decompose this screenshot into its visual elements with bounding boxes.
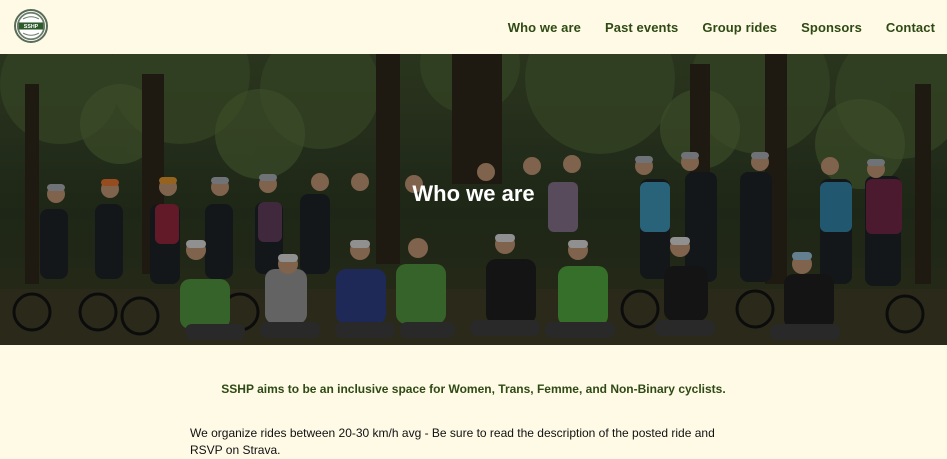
nav-contact[interactable]: Contact — [886, 20, 935, 35]
sshp-logo[interactable]: SSHP — [14, 9, 48, 43]
nav-past-events[interactable]: Past events — [605, 20, 678, 35]
rides-description: We organize rides between 20-30 km/h avg… — [190, 426, 715, 457]
nav-group-rides[interactable]: Group rides — [702, 20, 777, 35]
logo-icon: SSHP — [16, 11, 46, 41]
hero-banner: Who we are — [0, 54, 947, 345]
logo-text: SSHP — [24, 24, 39, 30]
hero-title: Who we are — [412, 181, 535, 206]
nav-who-we-are[interactable]: Who we are — [508, 20, 581, 35]
nav-sponsors[interactable]: Sponsors — [801, 20, 862, 35]
main-nav: Who we are Past events Group rides Spons… — [508, 0, 935, 54]
mission-tagline: SSHP aims to be an inclusive space for W… — [221, 382, 726, 396]
site-header: SSHP Who we are Past events Group rides … — [0, 0, 947, 54]
